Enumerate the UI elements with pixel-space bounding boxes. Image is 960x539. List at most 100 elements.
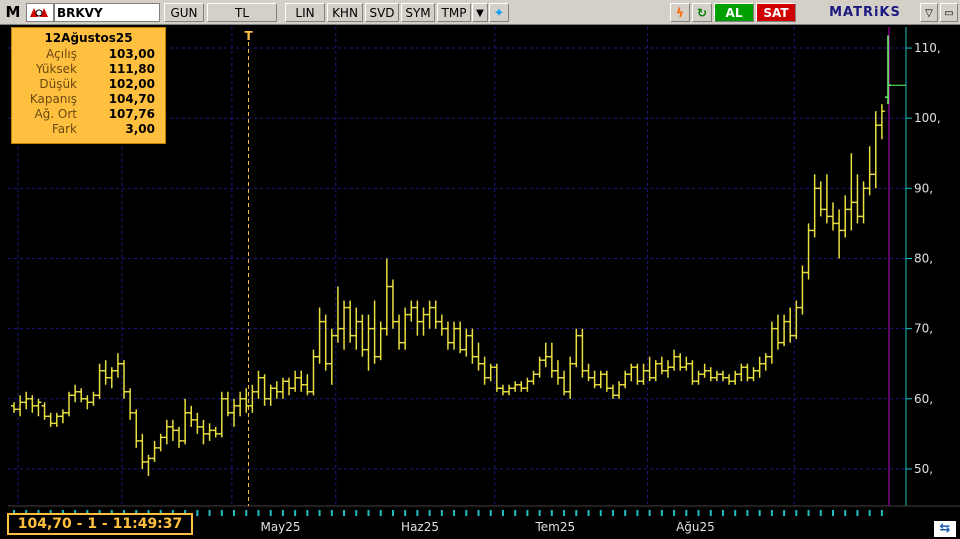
ohlc-bar	[420, 307, 427, 336]
ohlc-bar	[732, 370, 739, 385]
ohlc-bar	[224, 391, 231, 417]
x-tick	[514, 510, 517, 516]
x-tick	[404, 510, 407, 516]
ohlc-bar	[652, 360, 659, 382]
x-tick	[673, 510, 676, 516]
x-month-label: Ağu25	[676, 520, 715, 534]
ohlc-bar	[658, 356, 665, 375]
ohlc-bar	[231, 398, 238, 427]
x-tick	[477, 510, 480, 516]
ohlc-bar	[102, 360, 109, 385]
ohlc-bar	[145, 454, 152, 476]
ohlc-bar	[799, 265, 806, 315]
ohlc-bar	[286, 377, 293, 396]
ohlc-bar	[762, 353, 769, 371]
ohlc-bar	[237, 391, 244, 417]
ohlc-bar	[469, 328, 476, 364]
x-tick	[440, 510, 443, 516]
ohlc-bar	[182, 398, 189, 445]
info-row-low: Düşük 102,00	[12, 77, 165, 92]
ohlc-bar	[267, 384, 274, 406]
ohlc-bar	[609, 384, 616, 399]
ohlc-bar	[585, 363, 592, 382]
ohlc-bar	[114, 353, 121, 378]
x-tick	[624, 510, 627, 516]
x-tick	[453, 510, 456, 516]
ohlc-bar	[414, 300, 421, 336]
y-axis: 50, 60, 70, 80, 90, 100, 110,	[905, 27, 941, 506]
ohlc-bar	[842, 195, 849, 238]
info-label: Yüksek	[35, 62, 77, 76]
ohlc-bar	[169, 419, 176, 441]
x-tick	[807, 510, 810, 516]
ohlc-bar	[701, 363, 708, 378]
ohlc-bar	[359, 314, 366, 357]
x-tick	[746, 510, 749, 516]
ohlc-bar	[408, 300, 415, 322]
x-tick	[550, 510, 553, 516]
x-tick	[538, 510, 541, 516]
info-label: Fark	[51, 122, 77, 136]
ohlc-bar	[628, 363, 635, 382]
ohlc-bar	[866, 146, 873, 196]
ohlc-bar	[677, 353, 684, 371]
ohlc-bar	[396, 314, 403, 350]
info-row-high: Yüksek 111,80	[12, 62, 165, 77]
info-value: 107,76	[108, 107, 155, 121]
x-tick	[648, 510, 651, 516]
x-tick	[770, 510, 773, 516]
ohlc-bar	[316, 307, 323, 364]
ohlc-bar	[347, 300, 354, 343]
y-tick-label: 90,	[914, 181, 933, 195]
info-row-close: Kapanış 104,70	[12, 92, 165, 107]
ohlc-bar	[860, 181, 867, 224]
info-label: Açılış	[46, 47, 77, 61]
ohlc-bar	[389, 279, 396, 329]
ohlc-bar	[365, 314, 372, 371]
x-tick	[489, 510, 492, 516]
ohlc-bar	[787, 307, 794, 343]
x-tick	[611, 510, 614, 516]
x-tick	[795, 510, 798, 516]
x-tick	[367, 510, 370, 516]
ohlc-bar	[475, 342, 482, 371]
ohlc-bar	[640, 363, 647, 385]
ohlc-bar	[554, 360, 561, 385]
export-icon[interactable]: ⇆	[934, 521, 956, 537]
ohlc-bar	[530, 370, 537, 385]
ohlc-bar	[603, 370, 610, 392]
ohlc-bar	[383, 258, 390, 336]
x-tick	[257, 510, 260, 516]
ohlc-bar	[451, 321, 458, 350]
ohlc-bar	[292, 370, 299, 392]
ohlc-bar	[59, 409, 66, 424]
x-tick	[660, 510, 663, 516]
ohlc-bar	[341, 300, 348, 350]
x-tick	[599, 510, 602, 516]
ohlc-bar	[744, 363, 751, 382]
ohlc-bar	[11, 402, 17, 413]
ohlc-bar	[823, 174, 830, 224]
ohlc-bar	[738, 363, 745, 382]
ohlc-bar	[622, 370, 629, 389]
x-tick	[697, 510, 700, 516]
x-tick	[330, 510, 333, 516]
ohlc-bar	[108, 367, 115, 389]
ohlc-bar	[432, 300, 439, 329]
ohlc-bar	[23, 391, 30, 410]
ohlc-bar	[261, 374, 268, 406]
ohlc-bar	[579, 328, 586, 378]
ohlc-bar	[591, 370, 598, 389]
ohlc-info-box: 12Ağustos25 Açılış 103,00 Yüksek 111,80 …	[11, 27, 166, 144]
ohlc-bar	[524, 377, 531, 392]
x-tick	[465, 510, 468, 516]
ohlc-bar	[176, 426, 183, 448]
ohlc-bar	[157, 433, 164, 452]
info-value: 3,00	[125, 122, 155, 136]
x-tick	[819, 510, 822, 516]
ohlc-bar	[872, 111, 879, 189]
x-tick	[709, 510, 712, 516]
x-tick	[758, 510, 761, 516]
x-tick	[220, 510, 223, 516]
chart-window: M BRKVY GUN TL LIN KHN SVD SYM TMP ▼ ✦ ϟ…	[0, 0, 960, 539]
